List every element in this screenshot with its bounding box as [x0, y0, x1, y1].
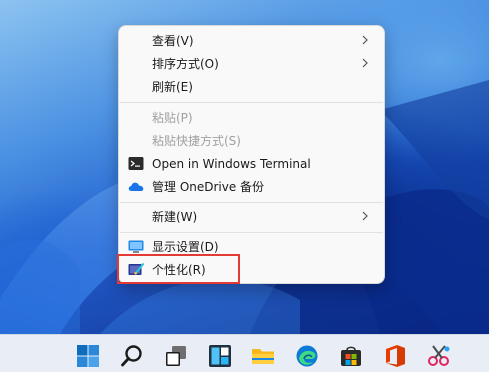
edge-browser-icon[interactable]: [295, 344, 319, 368]
menu-item-label: 粘贴(P): [152, 110, 193, 125]
windows-start-icon[interactable]: [76, 344, 100, 368]
snipping-tool-icon[interactable]: [427, 344, 451, 368]
menu-item-label: 管理 OneDrive 备份: [152, 179, 265, 194]
menu-item-label: 刷新(E): [152, 79, 193, 94]
widgets-icon[interactable]: [208, 344, 232, 368]
search-icon[interactable]: [120, 344, 144, 368]
menu-separator: [120, 202, 383, 203]
file-explorer-icon[interactable]: [251, 344, 275, 368]
menu-item-label: 粘贴快捷方式(S): [152, 133, 241, 148]
menu-item-label: Open in Windows Terminal: [152, 156, 311, 171]
taskbar: [0, 334, 489, 372]
office-icon[interactable]: [383, 344, 407, 368]
menu-item-sort-by[interactable]: 排序方式(O): [123, 52, 380, 75]
menu-item-label: 新建(W): [152, 209, 198, 224]
chevron-right-icon: [362, 211, 368, 221]
display-settings-icon: [128, 240, 144, 253]
terminal-icon: [128, 157, 144, 170]
menu-item-paste-shortcut[interactable]: 粘贴快捷方式(S): [123, 129, 380, 152]
menu-item-manage-onedrive-backup[interactable]: 管理 OneDrive 备份: [123, 175, 380, 198]
desktop-context-menu: 查看(V) 排序方式(O) 刷新(E) 粘贴(P) 粘贴快捷方式(S) Open…: [118, 25, 385, 284]
menu-item-new[interactable]: 新建(W): [123, 205, 380, 228]
menu-item-label: 排序方式(O): [152, 56, 219, 71]
onedrive-cloud-icon: [128, 182, 144, 191]
menu-separator: [120, 102, 383, 103]
task-view-icon[interactable]: [164, 344, 188, 368]
desktop-wallpaper[interactable]: 查看(V) 排序方式(O) 刷新(E) 粘贴(P) 粘贴快捷方式(S) Open…: [0, 0, 489, 334]
menu-separator: [120, 232, 383, 233]
personalize-highlight-box: [117, 254, 240, 284]
menu-item-label: 查看(V): [152, 33, 194, 48]
menu-item-paste[interactable]: 粘贴(P): [123, 106, 380, 129]
chevron-right-icon: [362, 35, 368, 45]
menu-item-refresh[interactable]: 刷新(E): [123, 75, 380, 98]
menu-item-open-windows-terminal[interactable]: Open in Windows Terminal: [123, 152, 380, 175]
chevron-right-icon: [362, 58, 368, 68]
microsoft-store-icon[interactable]: [339, 344, 363, 368]
menu-item-view[interactable]: 查看(V): [123, 29, 380, 52]
menu-item-label: 显示设置(D): [152, 239, 219, 254]
